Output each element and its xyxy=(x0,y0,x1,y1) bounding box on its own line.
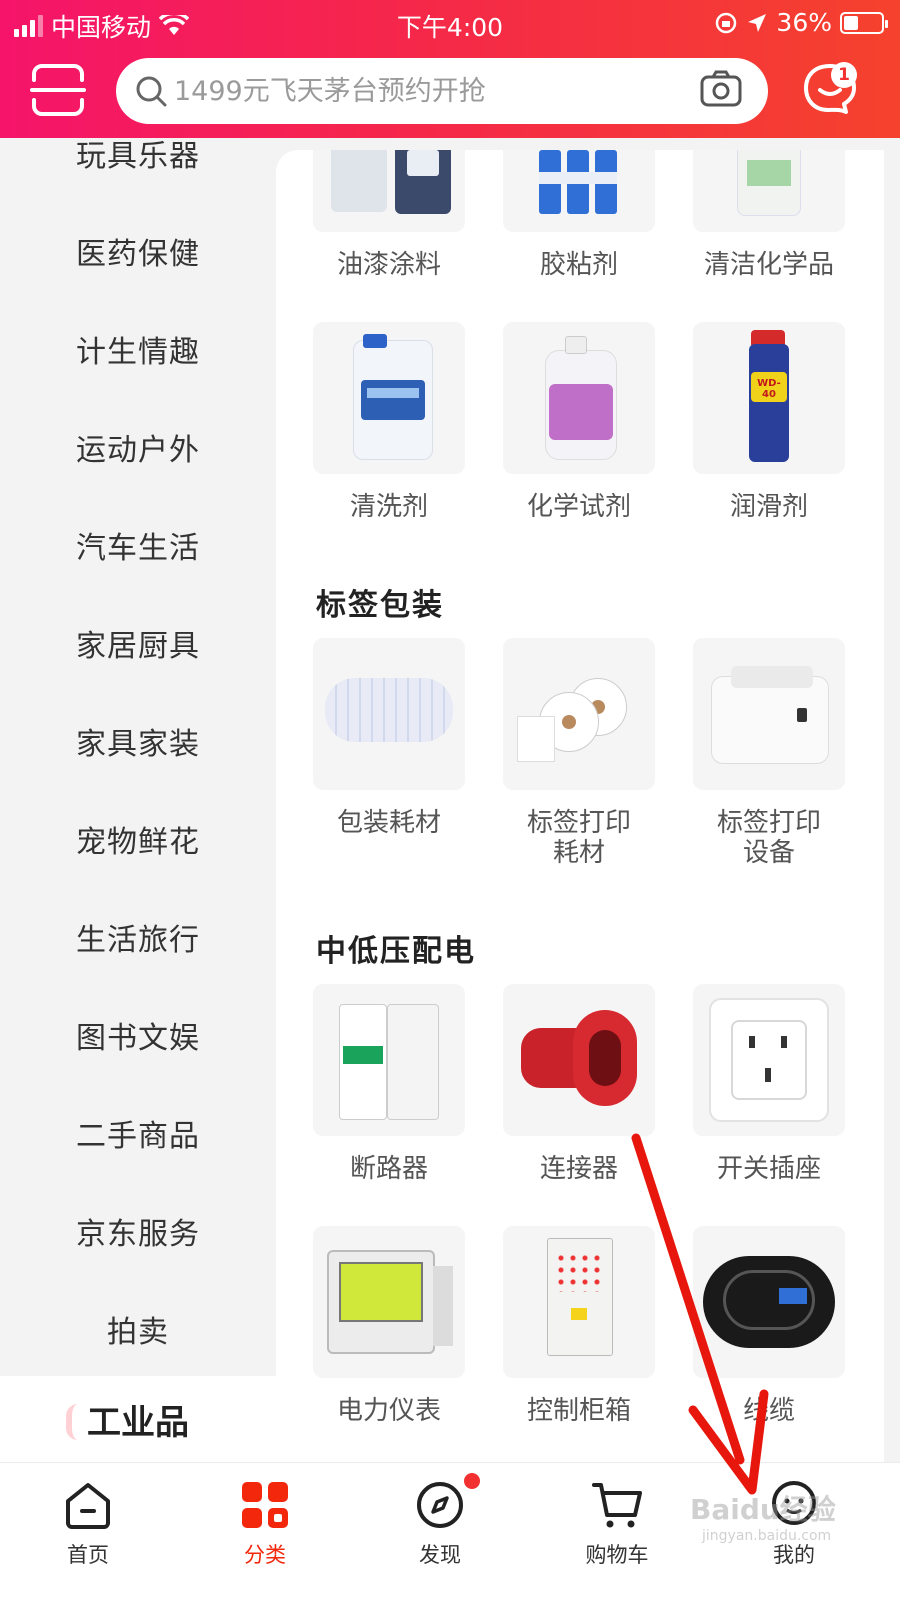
sidebar-item-furniture[interactable]: 家具家装 xyxy=(0,692,276,790)
control-cabinet-image xyxy=(503,1226,655,1378)
power-meter-image xyxy=(313,1226,465,1378)
category-cell[interactable]: 清洗剂 xyxy=(313,322,465,522)
cart-icon xyxy=(592,1483,642,1528)
label-printer-image xyxy=(693,638,845,790)
sidebar-item-books[interactable]: 图书文娱 xyxy=(0,986,276,1084)
baidu-watermark-url: jingyan.baidu.com xyxy=(702,1528,832,1544)
tab-label: 发现 xyxy=(419,1543,461,1567)
category-label: 化学试剂 xyxy=(526,492,631,522)
rotation-lock-icon xyxy=(716,12,737,33)
search-icon xyxy=(136,76,167,107)
category-cell[interactable]: 连接器 xyxy=(503,984,655,1184)
category-cell[interactable]: 油漆涂料 xyxy=(313,150,465,280)
adhesive-image xyxy=(503,150,655,232)
category-sidebar: 玩具乐器 医药保健 计生情趣 运动户外 汽车生活 家居厨具 家具家装 宠物鲜花 … xyxy=(0,138,276,1462)
category-label: 线缆 xyxy=(742,1396,795,1426)
category-cell[interactable]: WD-40 润滑剂 xyxy=(693,322,845,522)
category-cell[interactable]: 电力仪表 xyxy=(313,1226,465,1426)
chemical-reagent-image xyxy=(503,322,655,474)
category-label: 油漆涂料 xyxy=(336,250,441,280)
sidebar-item-second-hand[interactable]: 二手商品 xyxy=(0,1084,276,1182)
category-cell[interactable]: 开关插座 xyxy=(693,984,845,1184)
category-label: 断路器 xyxy=(349,1154,428,1184)
camera-icon[interactable] xyxy=(700,70,742,108)
category-cell[interactable]: 标签打印 设备 xyxy=(693,638,845,868)
category-label: 标签打印 设备 xyxy=(716,808,821,868)
label-paper-image xyxy=(503,638,655,790)
tab-cart[interactable]: 购物车 xyxy=(557,1473,677,1593)
active-category-label: 工业品 xyxy=(87,1402,189,1443)
category-label: 清洗剂 xyxy=(349,492,428,522)
baidu-watermark: Baidu经验 xyxy=(690,1493,836,1526)
connector-image xyxy=(503,984,655,1136)
battery-icon xyxy=(840,11,888,34)
category-label: 润滑剂 xyxy=(729,492,808,522)
category-cell[interactable]: 包装耗材 xyxy=(313,638,465,838)
paint-image xyxy=(313,150,465,232)
category-label: 标签打印 耗材 xyxy=(526,808,631,868)
status-bar: 中国移动 下午4:00 36% xyxy=(0,6,900,42)
category-label: 包装耗材 xyxy=(336,808,441,838)
tab-home[interactable]: 首页 xyxy=(28,1473,148,1593)
socket-image xyxy=(693,984,845,1136)
sidebar-item-industrial-active[interactable]: 工业品 xyxy=(0,1376,276,1462)
section-title-label-packaging: 标签包装 xyxy=(316,588,444,623)
sidebar-item-home-kitchen[interactable]: 家居厨具 xyxy=(0,594,276,692)
tab-label: 购物车 xyxy=(585,1543,649,1567)
sidebar-item-sports[interactable]: 运动户外 xyxy=(0,398,276,496)
message-badge: 1 xyxy=(831,62,857,88)
category-label: 控制柜箱 xyxy=(526,1396,631,1426)
compass-icon xyxy=(417,1482,463,1528)
category-cell[interactable]: 控制柜箱 xyxy=(503,1226,655,1426)
wd40-label: WD-40 xyxy=(757,378,781,400)
home-icon xyxy=(66,1483,110,1529)
category-label: 清洁化学品 xyxy=(703,250,834,280)
category-grid-icon xyxy=(242,1482,288,1528)
sidebar-item-pets-flowers[interactable]: 宠物鲜花 xyxy=(0,790,276,888)
search-bar[interactable] xyxy=(116,58,768,124)
category-content: 油漆涂料 胶粘剂 清洁化学品 清洗剂 化学试剂 WD-40 润滑剂 标签包装 包… xyxy=(276,150,884,1462)
sidebar-item-family-planning[interactable]: 计生情趣 xyxy=(0,300,276,398)
packaging-material-image xyxy=(313,638,465,790)
category-cell[interactable]: 胶粘剂 xyxy=(503,150,655,280)
scan-icon[interactable] xyxy=(30,64,86,116)
sidebar-item-life-travel[interactable]: 生活旅行 xyxy=(0,888,276,986)
tab-label: 分类 xyxy=(244,1543,286,1567)
sidebar-item-toys[interactable]: 玩具乐器 xyxy=(0,138,276,202)
category-label: 开关插座 xyxy=(716,1154,821,1184)
category-cell[interactable]: 化学试剂 xyxy=(503,322,655,522)
section-title-power-distribution: 中低压配电 xyxy=(316,934,476,969)
active-indicator xyxy=(66,1404,90,1440)
discover-notification-dot xyxy=(464,1473,480,1489)
category-cell[interactable]: 线缆 xyxy=(693,1226,845,1426)
sidebar-item-jd-services[interactable]: 京东服务 xyxy=(0,1182,276,1280)
category-cell[interactable]: 清洁化学品 xyxy=(693,150,845,280)
tab-category[interactable]: 分类 xyxy=(205,1473,325,1593)
sidebar-item-health[interactable]: 医药保健 xyxy=(0,202,276,300)
category-label: 连接器 xyxy=(539,1154,618,1184)
category-label: 电力仪表 xyxy=(336,1396,441,1426)
circuit-breaker-image xyxy=(313,984,465,1136)
cleaning-chemical-image xyxy=(693,150,845,232)
detergent-image xyxy=(313,322,465,474)
tab-discover[interactable]: 发现 xyxy=(380,1473,500,1593)
location-icon xyxy=(748,13,767,32)
tab-label: 首页 xyxy=(67,1543,109,1567)
cable-image xyxy=(693,1226,845,1378)
category-cell[interactable]: 标签打印 耗材 xyxy=(503,638,655,868)
category-cell[interactable]: 断路器 xyxy=(313,984,465,1184)
search-input[interactable] xyxy=(174,66,694,116)
battery-percent: 36% xyxy=(776,8,832,37)
category-label: 胶粘剂 xyxy=(539,250,618,280)
sidebar-item-auto[interactable]: 汽车生活 xyxy=(0,496,276,594)
app-header: 中国移动 下午4:00 36% 1 xyxy=(0,0,900,138)
lubricant-image: WD-40 xyxy=(693,322,845,474)
